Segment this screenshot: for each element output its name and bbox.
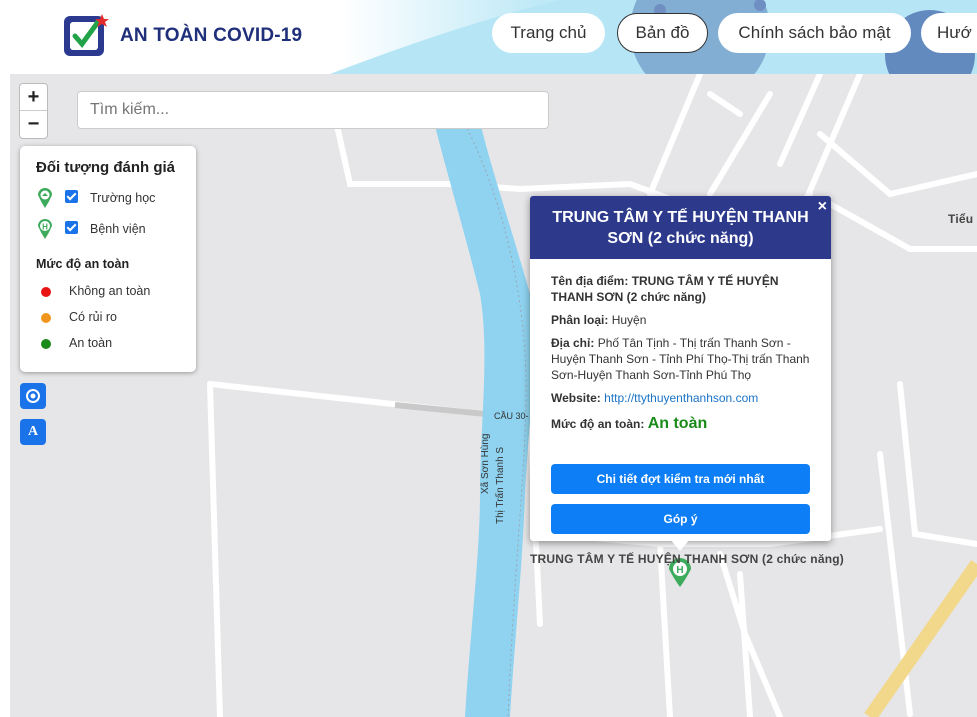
nav-map[interactable]: Bản đồ [617, 13, 708, 53]
search-input[interactable] [77, 91, 549, 129]
app-header: AN TOÀN COVID-19 Trang chủ Bản đồ Chính … [0, 0, 977, 74]
svg-text:H: H [42, 223, 48, 232]
level-label-risk: Có rủi ro [69, 310, 117, 324]
website-link[interactable]: http://ttythuyenthanhson.com [604, 391, 758, 405]
place-popup: TRUNG TÂM Y TẾ HUYỆN THANH SƠN (2 chức n… [530, 196, 831, 551]
level-label-safe: An toàn [69, 336, 113, 350]
svg-text:H: H [676, 565, 683, 576]
popup-name-line: Tên địa điểm: TRUNG TÂM Y TẾ HUYỆN THANH… [551, 273, 816, 305]
zoom-in-button[interactable]: + [20, 84, 47, 111]
legend-hospital-label: Bệnh viện [90, 222, 146, 236]
font-button[interactable]: A [20, 419, 46, 445]
hospital-pin-icon: H [38, 219, 52, 239]
safety-value: An toàn [647, 415, 708, 432]
popup-header: TRUNG TÂM Y TẾ HUYỆN THANH SƠN (2 chức n… [530, 196, 831, 259]
popup-website-line: Website: http://ttythuyenthanhson.com [551, 390, 816, 406]
popup-address-line: Địa chỉ: Phố Tân Tịnh - Thị trấn Thanh S… [551, 335, 816, 383]
close-icon[interactable]: × [818, 198, 827, 216]
school-pin-icon [38, 188, 52, 208]
orange-dot-icon [41, 313, 51, 323]
bridge-label: CẦU 30- [494, 411, 529, 421]
marker-place-label: TRUNG TÂM Y TẾ HUYỆN THANH SƠN (2 chức n… [530, 552, 844, 566]
popup-title: TRUNG TÂM Y TẾ HUYỆN THANH SƠN (2 chức n… [552, 209, 809, 247]
safety-title: Mức độ an toàn [36, 257, 130, 271]
legend-title: Đối tượng đánh giá [36, 159, 176, 176]
level-label-unsafe: Không an toàn [69, 284, 151, 298]
type-value: Huyện [611, 313, 647, 327]
nav-guide[interactable]: Hướ [921, 13, 977, 53]
nav-privacy[interactable]: Chính sách bảo mật [718, 13, 911, 53]
website-label: Website: [551, 391, 601, 405]
brand-name: AN TOÀN COVID-19 [120, 25, 303, 46]
place-label-tieu: Tiểu [948, 212, 974, 226]
nav-home[interactable]: Trang chủ [492, 13, 605, 53]
road-label-son-hung: Xã Sơn Hùng [480, 433, 491, 494]
green-dot-icon [41, 339, 51, 349]
hospital-checkbox[interactable] [65, 221, 78, 234]
name-label: Tên địa điểm: [551, 274, 629, 288]
legend-school-label: Trường học [90, 191, 156, 205]
school-checkbox[interactable] [65, 190, 78, 203]
zoom-out-button[interactable]: − [20, 111, 47, 137]
target-icon [26, 389, 40, 403]
road-label-thi-tran: Thị Trấn Thanh S [495, 446, 506, 524]
feedback-button[interactable]: Góp ý [551, 504, 810, 534]
app-logo-icon [64, 14, 109, 56]
legend-panel: Đối tượng đánh giá Trường học H Bệnh việ… [20, 146, 196, 372]
popup-type-line: Phân loại: Huyện [551, 312, 816, 328]
address-label: Địa chỉ: [551, 336, 595, 350]
detail-button[interactable]: Chi tiết đợt kiểm tra mới nhất [551, 464, 810, 494]
zoom-control: + − [19, 83, 48, 139]
safety-label: Mức độ an toàn: [551, 417, 645, 431]
popup-tip [670, 539, 690, 551]
locate-button[interactable] [20, 383, 46, 409]
red-dot-icon [41, 287, 51, 297]
type-label: Phân loại: [551, 313, 609, 327]
popup-safety-line: Mức độ an toàn: An toàn [551, 416, 816, 432]
